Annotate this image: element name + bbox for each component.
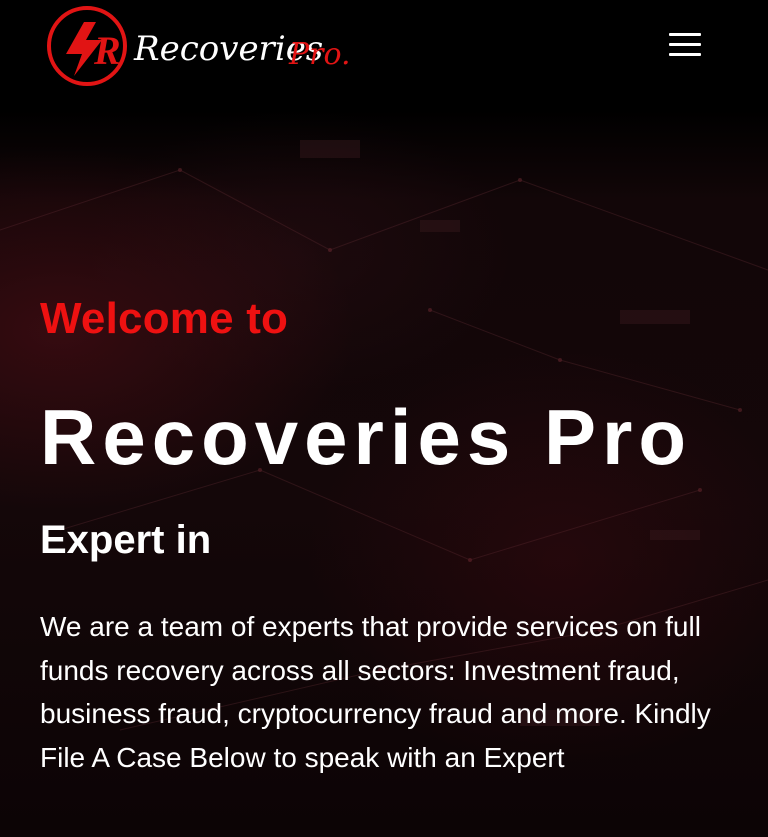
logo-icon-letter: R bbox=[93, 28, 121, 73]
hamburger-line-middle bbox=[669, 43, 701, 46]
hamburger-menu-icon[interactable] bbox=[664, 28, 706, 62]
site-logo[interactable]: R Recoveries Pro. bbox=[44, 4, 354, 88]
hero-subtitle: Expert in bbox=[40, 518, 212, 562]
page: R Recoveries Pro. Welcome to Recoveries … bbox=[0, 0, 768, 837]
hero-description: We are a team of experts that provide se… bbox=[40, 611, 711, 773]
hamburger-line-top bbox=[669, 33, 701, 36]
site-header: R Recoveries Pro. bbox=[0, 0, 768, 92]
welcome-heading: Welcome to bbox=[40, 294, 289, 343]
hamburger-line-bottom bbox=[669, 53, 701, 56]
hero-title: Recoveries Pro bbox=[40, 393, 692, 481]
logo-wordmark-accent: Pro. bbox=[288, 37, 351, 72]
